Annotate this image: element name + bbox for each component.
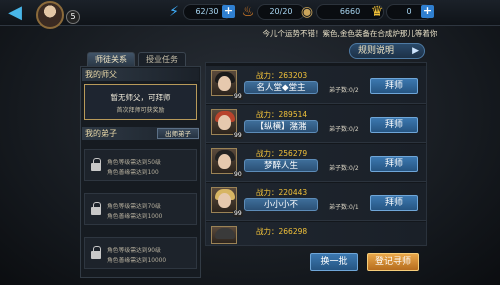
register-seek-master-button[interactable]: 登记寻师 [367,253,419,271]
disciple-slot-locked: 角色等级需达到90级 角色善缘需达到10000 [84,237,197,269]
slot-karma-requirement: 角色善缘需达到100 [107,170,159,176]
gold-ingot-icon: ♛ [370,4,384,20]
no-master-text: 暂无师父，可拜师 [110,93,171,102]
stamina-icon: ⚡ [169,4,179,20]
portrait-face [218,154,231,169]
lock-icon [91,202,101,216]
rules-label: 规则说明 [358,46,395,56]
slot-level-requirement: 角色等级需达到50级 [107,160,161,166]
disciple-slot-locked: 角色等级需达到50级 角色善缘需达到100 [84,149,197,181]
combat-power: 战力：256279 [256,148,307,159]
player-level: 99 [233,132,243,139]
combat-power-label: 战力： [256,71,279,80]
announcement-marquee: 今儿个运势不错！紫色,金色装备在合成炉那儿等着你 [262,29,438,38]
player-level: 90 [233,171,243,178]
combat-power-value: 289514 [278,110,308,119]
refresh-list-button[interactable]: 换一批 [310,253,358,271]
list-item: 99 战力：289514 【纵横】潴潴 弟子数:0/2 拜师 [206,105,426,143]
list-item: 战力：266298 [206,222,426,246]
apprentice-button[interactable]: 拜师 [370,117,418,133]
graduate-disciples-button[interactable]: 出师弟子 [157,128,199,139]
combat-power-value: 256279 [278,149,308,158]
add-gold-button[interactable]: + [421,5,434,18]
slot-karma-requirement: 角色善缘需达到10000 [107,258,167,264]
combat-power-value: 266298 [278,227,308,236]
apprentice-button[interactable]: 拜师 [370,195,418,211]
back-arrow-icon[interactable]: ◀ [2,2,28,24]
combat-power-value: 220443 [278,188,308,197]
tab-teaching-tasks[interactable]: 授业任务 [138,52,186,66]
disciple-slot-locked: 角色等级需达到70级 角色善缘需达到1000 [84,193,197,225]
coin-icon: ◉ [300,4,314,20]
combat-power: 战力：289514 [256,109,307,120]
slot-level-requirement: 角色等级需达到90级 [107,248,161,254]
player-level: 99 [233,93,243,100]
lock-icon [91,246,101,260]
top-bar: ◀ 5 ⚡ 62/30 + ♨ 20/20 ◉ 6660 ♛ 0 + [0,0,500,29]
player-name: 【纵横】潴潴 [244,120,318,133]
player-level-badge: 5 [66,10,80,24]
slot-karma-requirement: 角色善缘需达到1000 [107,214,163,220]
portrait-face [218,193,231,208]
player-portrait[interactable] [211,226,237,244]
player-name: 名人堂◆堂主 [244,81,318,94]
combat-power: 战力：220443 [256,187,307,198]
disciple-count: 弟子数:0/1 [329,204,359,211]
player-name: 梦醉人生 [244,159,318,172]
first-apprentice-bonus-text: 首次拜师可获奖励 [116,107,165,114]
rules-button[interactable]: 规则说明 ▶ [349,43,425,59]
combat-power-label: 战力： [256,227,279,236]
master-slot[interactable]: 暂无师父，可拜师 首次拜师可获奖励 [84,84,197,120]
slot-level-requirement: 角色等级需达到70级 [107,204,161,210]
portrait-face [218,115,231,130]
disciple-count: 弟子数:0/2 [329,87,359,94]
combat-power-label: 战力： [256,149,279,158]
lock-icon [91,158,101,172]
energy-icon: ♨ [241,4,255,20]
tab-mentorship[interactable]: 师徒关系 [87,52,135,66]
combat-power-label: 战力： [256,188,279,197]
combat-power: 战力：266298 [256,226,307,237]
portrait-face [218,76,231,91]
apprentice-button[interactable]: 拜师 [370,156,418,172]
disciple-count: 弟子数:0/2 [329,126,359,133]
portrait-hair [215,228,235,239]
apprentice-button[interactable]: 拜师 [370,78,418,94]
combat-power-value: 263203 [278,71,308,80]
my-master-header: 我的师父 [82,68,199,81]
list-item: 90 战力：256279 梦醉人生 弟子数:0/2 拜师 [206,144,426,182]
combat-power: 战力：263203 [256,70,307,81]
chevron-right-icon: ▶ [412,46,419,56]
list-item: 99 战力：220443 小小小不 弟子数:0/1 拜师 [206,183,426,221]
disciple-count: 弟子数:0/2 [329,165,359,172]
combat-power-label: 战力： [256,110,279,119]
list-item: 99 战力：263203 名人堂◆堂主 弟子数:0/2 拜师 [206,66,426,104]
add-stamina-button[interactable]: + [222,5,235,18]
player-avatar[interactable] [36,1,64,29]
player-name: 小小小不 [244,198,318,211]
player-level: 99 [233,210,243,217]
